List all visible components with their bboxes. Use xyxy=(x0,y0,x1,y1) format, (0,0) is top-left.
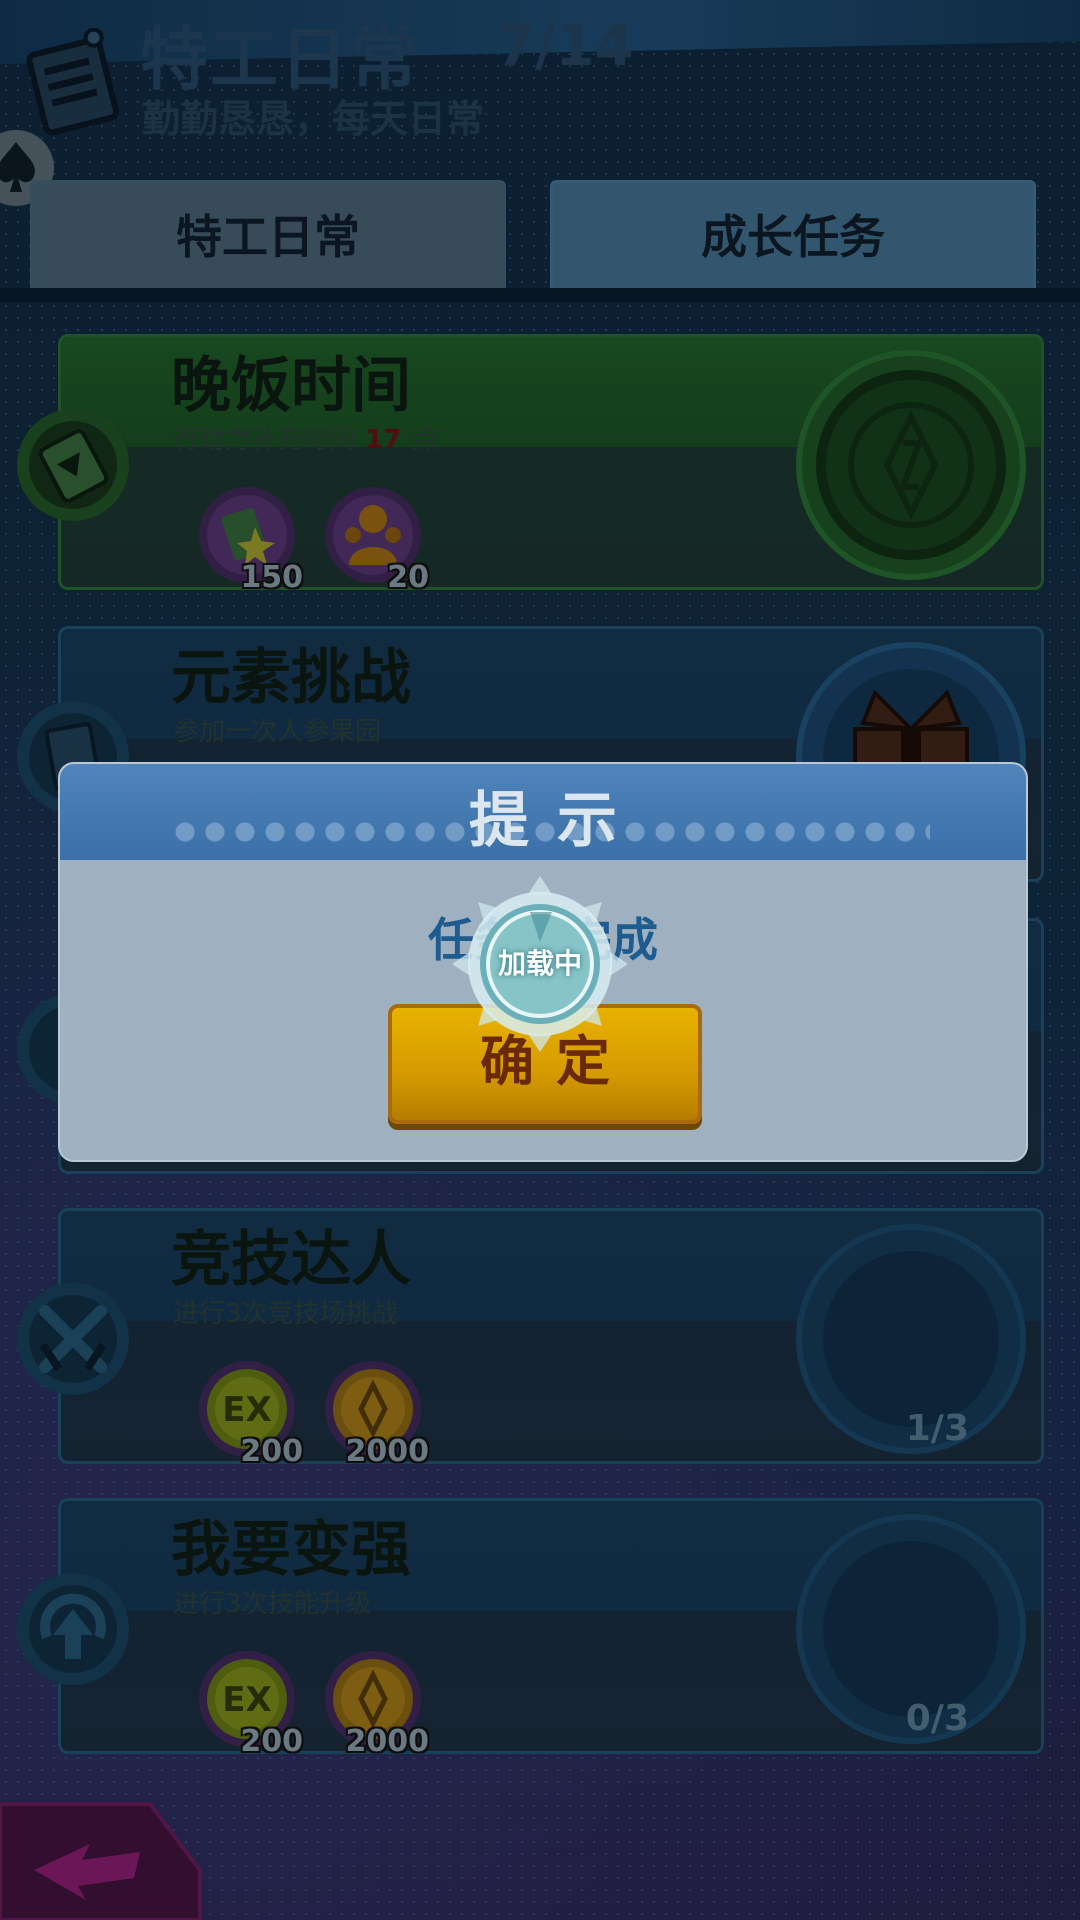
loading-text: 加载中 xyxy=(497,947,582,980)
loading-spinner: 加载中 xyxy=(448,872,632,1056)
dialog-header: 提示 xyxy=(60,764,1026,860)
dialog-title: 提示 xyxy=(469,786,645,856)
